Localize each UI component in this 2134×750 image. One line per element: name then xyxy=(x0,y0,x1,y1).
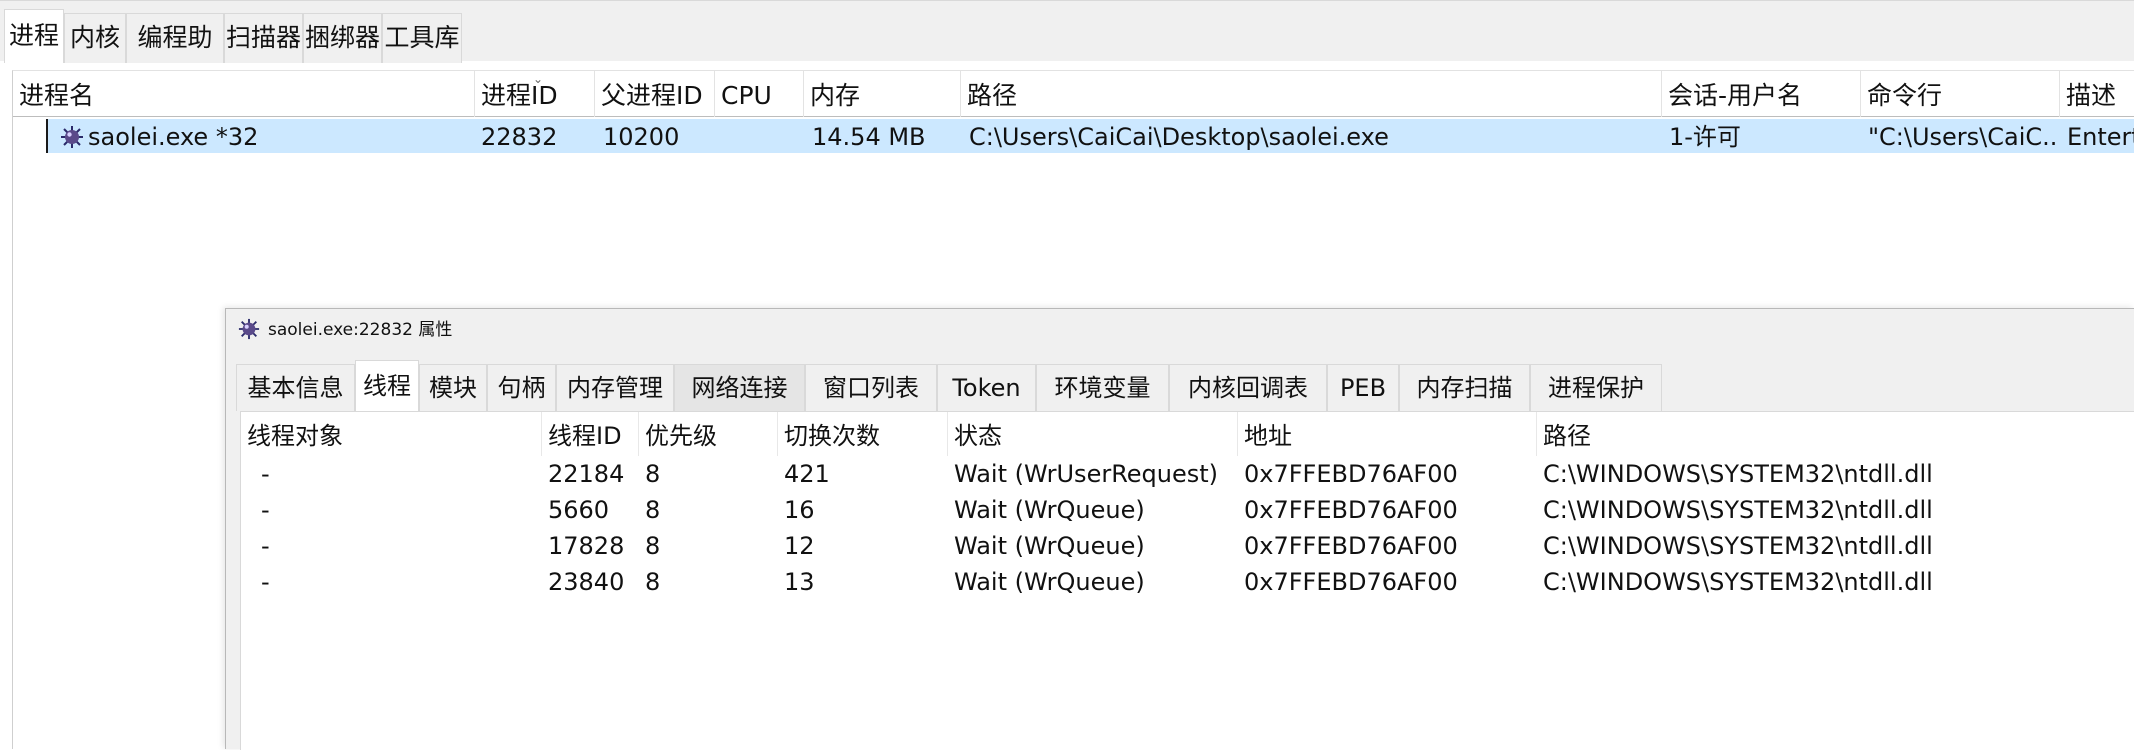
tab-programming-assistant[interactable]: 编程助手 xyxy=(126,13,224,100)
table-row[interactable]: saolei.exe *32 22832 10200 14.54 MB C:\U… xyxy=(46,119,2134,153)
tab-handles[interactable]: 句柄 xyxy=(487,364,556,411)
table-row[interactable]: - 17828 8 12 Wait (WrQueue) 0x7FFEBD76AF… xyxy=(241,528,2134,564)
tab-toolbox[interactable]: 工具库 xyxy=(382,13,462,63)
tab-network-connections[interactable]: 网络连接 xyxy=(674,364,805,411)
table-row[interactable]: - 23840 8 13 Wait (WrQueue) 0x7FFEBD76AF… xyxy=(241,564,2134,600)
thread-address: 0x7FFEBD76AF00 xyxy=(1244,532,1458,560)
tab-kernel-callback-table[interactable]: 内核回调表 xyxy=(1169,364,1327,411)
thread-state: Wait (WrQueue) xyxy=(954,496,1145,524)
col-thread-object[interactable]: 线程对象 xyxy=(241,412,542,456)
col-thread-path[interactable]: 路径 xyxy=(1537,412,2134,456)
thread-path: C:\WINDOWS\SYSTEM32\ntdll.dll xyxy=(1543,460,1933,488)
thread-state: Wait (WrUserRequest) xyxy=(954,460,1219,488)
tab-basic-info[interactable]: 基本信息 xyxy=(236,364,355,411)
thread-list: 线程对象 线程ID 优先级 切换次数 状态 地址 路径 - 22184 8 42… xyxy=(240,411,2134,750)
col-process-name[interactable]: 进程名 xyxy=(13,71,475,117)
thread-id: 5660 xyxy=(548,496,610,524)
col-cmdline[interactable]: 命令行 xyxy=(1861,71,2060,117)
window-title: saolei.exe:22832 属性 xyxy=(268,320,453,340)
col-switch-count[interactable]: 切换次数 xyxy=(778,412,948,456)
process-cmdline: "C:\Users\CaiC... xyxy=(1868,123,2058,151)
tab-kernel[interactable]: 内核 xyxy=(64,13,126,63)
tab-threads[interactable]: 线程 xyxy=(355,360,419,412)
process-table-header: 进程名 进程ID 父进程ID CPU 内存 路径 会话-用户名 命令行 描述 ⌄ xyxy=(13,71,2134,117)
col-cpu[interactable]: CPU xyxy=(715,71,804,117)
thread-id: 22184 xyxy=(548,460,625,488)
thread-priority: 8 xyxy=(645,532,661,560)
tab-process-protection[interactable]: 进程保护 xyxy=(1530,364,1662,411)
thread-id: 17828 xyxy=(548,532,625,560)
tab-memory-scan[interactable]: 内存扫描 xyxy=(1399,364,1530,411)
process-path: C:\Users\CaiCai\Desktop\saolei.exe xyxy=(969,123,1389,151)
col-state[interactable]: 状态 xyxy=(948,412,1238,456)
tab-binder[interactable]: 捆绑器 xyxy=(303,13,382,63)
tab-token[interactable]: Token xyxy=(937,364,1036,411)
process-pid: 22832 xyxy=(481,123,558,151)
thread-priority: 8 xyxy=(645,460,661,488)
thread-priority: 8 xyxy=(645,496,661,524)
tab-environment-variables[interactable]: 环境变量 xyxy=(1036,364,1169,411)
col-priority[interactable]: 优先级 xyxy=(639,412,778,456)
thread-priority: 8 xyxy=(645,568,661,596)
tab-peb[interactable]: PEB xyxy=(1327,364,1399,411)
table-row[interactable]: - 22184 8 421 Wait (WrUserRequest) 0x7FF… xyxy=(241,456,2134,492)
thread-switch-count: 12 xyxy=(784,532,815,560)
thread-switch-count: 16 xyxy=(784,496,815,524)
window-titlebar[interactable]: saolei.exe:22832 属性 xyxy=(226,309,2134,349)
thread-id: 23840 xyxy=(548,568,625,596)
thread-object: - xyxy=(261,568,270,596)
thread-address: 0x7FFEBD76AF00 xyxy=(1244,496,1458,524)
tab-modules[interactable]: 模块 xyxy=(419,364,487,411)
process-cpu xyxy=(721,119,801,153)
process-description: Entert xyxy=(2067,123,2134,151)
thread-path: C:\WINDOWS\SYSTEM32\ntdll.dll xyxy=(1543,496,1933,524)
thread-path: C:\WINDOWS\SYSTEM32\ntdll.dll xyxy=(1543,568,1933,596)
thread-state: Wait (WrQueue) xyxy=(954,532,1145,560)
sort-caret-icon: ⌄ xyxy=(533,72,544,86)
process-name: saolei.exe *32 xyxy=(88,123,259,151)
tab-memory-management[interactable]: 内存管理 xyxy=(556,364,674,411)
process-session-user: 1-许可 xyxy=(1669,123,1741,151)
process-ppid: 10200 xyxy=(603,123,680,151)
saolei-mine-icon xyxy=(61,126,83,148)
thread-object: - xyxy=(261,460,270,488)
table-row[interactable]: - 5660 8 16 Wait (WrQueue) 0x7FFEBD76AF0… xyxy=(241,492,2134,528)
process-memory: 14.54 MB xyxy=(812,123,926,151)
col-address[interactable]: 地址 xyxy=(1238,412,1537,456)
tab-window-list[interactable]: 窗口列表 xyxy=(805,364,937,411)
col-thread-id[interactable]: 线程ID xyxy=(542,412,639,456)
thread-address: 0x7FFEBD76AF00 xyxy=(1244,568,1458,596)
col-description[interactable]: 描述 xyxy=(2060,71,2134,117)
saolei-mine-icon xyxy=(238,318,260,340)
col-memory[interactable]: 内存 xyxy=(804,71,961,117)
thread-address: 0x7FFEBD76AF00 xyxy=(1244,460,1458,488)
tab-scanner[interactable]: 扫描器 xyxy=(224,13,303,63)
thread-object: - xyxy=(261,496,270,524)
thread-path: C:\WINDOWS\SYSTEM32\ntdll.dll xyxy=(1543,532,1933,560)
thread-switch-count: 13 xyxy=(784,568,815,596)
process-properties-window: saolei.exe:22832 属性 基本信息 线程 模块 句柄 内存管理 网… xyxy=(225,308,2134,750)
tab-process[interactable]: 进程 xyxy=(4,9,64,63)
thread-state: Wait (WrQueue) xyxy=(954,568,1145,596)
col-path[interactable]: 路径 xyxy=(961,71,1662,117)
thread-object: - xyxy=(261,532,270,560)
col-session-user[interactable]: 会话-用户名 xyxy=(1662,71,1861,117)
main-tab-bar: 进程 内核 编程助手 扫描器 捆绑器 工具库 xyxy=(0,0,2134,100)
col-ppid[interactable]: 父进程ID xyxy=(595,71,715,117)
thread-switch-count: 421 xyxy=(784,460,830,488)
